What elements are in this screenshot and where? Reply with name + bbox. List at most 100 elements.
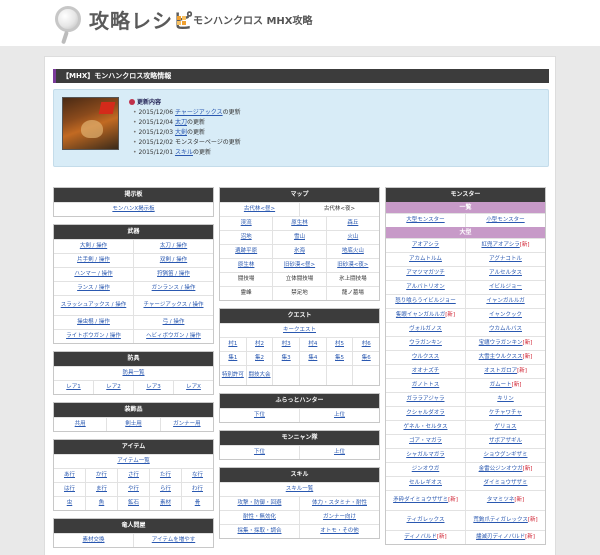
monster-list-link[interactable]: 小型モンスター [465, 214, 545, 227]
monster-name[interactable]: ウカムルバス [489, 326, 522, 333]
map-link[interactable]: 渓流 [220, 217, 272, 230]
monster-link[interactable]: ジンオウガ [386, 463, 465, 476]
item-index-link[interactable]: 魚 [85, 497, 117, 510]
monster-name[interactable]: ゲリョス [494, 424, 516, 431]
monster-name[interactable]: オストガロア [484, 368, 517, 375]
monster-name[interactable]: イビルジョー [489, 284, 522, 291]
news-link[interactable]: 太刀 [175, 119, 187, 126]
monster-name[interactable]: ディノバルド [404, 534, 437, 541]
item-index-link[interactable]: 虫 [54, 497, 85, 510]
monster-name[interactable]: 宝纏ウラガンキン [479, 340, 523, 347]
map-link[interactable]: 旧砂漠<昼> [272, 259, 325, 272]
map-link[interactable]: 遺跡平原 [220, 245, 272, 258]
monster-name[interactable]: キリン [497, 396, 514, 403]
quest-link[interactable]: 集5 [325, 352, 353, 365]
monster-name[interactable]: セルレギオス [409, 480, 442, 487]
monster-name[interactable]: ジンオウガ [412, 466, 440, 473]
monster-link[interactable]: オストガロア [新] [465, 365, 545, 378]
item-index-link[interactable]: ま行 [85, 483, 117, 496]
monster-link[interactable]: アカムトルム [386, 253, 465, 266]
monster-name[interactable]: アマツマガツチ [406, 270, 445, 277]
monster-name[interactable]: 紅兜アオアシラ [481, 242, 519, 249]
monster-name[interactable]: ケチャワチャ [489, 410, 522, 417]
map-link[interactable]: 雪山 [272, 231, 325, 244]
monster-link[interactable]: 宝纏ウラガンキン [新] [465, 337, 545, 350]
monster-name[interactable]: 矛砕ダイミョウザザミ [393, 497, 448, 504]
armor-rare-link[interactable]: レア1 [54, 381, 93, 394]
item-index-link[interactable]: た行 [149, 469, 181, 482]
quest-link[interactable]: 村6 [352, 338, 379, 351]
monster-name[interactable]: ゲネル・セルタス [403, 424, 447, 431]
monster-link[interactable]: 隻眼イャンガルルガ [新] [386, 309, 465, 322]
weapon-link[interactable]: ライトボウガン / 操作 [54, 330, 133, 343]
skill-list-link[interactable]: スキル一覧 [220, 483, 379, 496]
monster-name[interactable]: アオアシラ [412, 242, 439, 249]
quest-link[interactable]: 集2 [245, 352, 273, 365]
monster-name[interactable]: ゴア・マガラ [409, 438, 442, 445]
monster-list-link[interactable]: 大型モンスター [386, 214, 465, 227]
item-index-link[interactable]: 素材 [149, 497, 181, 510]
monster-name[interactable]: ガララアジャラ [406, 396, 444, 403]
item-list-link[interactable]: アイテム一覧 [54, 455, 213, 468]
item-index-link[interactable]: か行 [85, 469, 117, 482]
armor-list-link[interactable]: 防具一覧 [54, 367, 213, 380]
news-link[interactable]: 大剣 [175, 129, 187, 136]
monster-name[interactable]: ガノトトス [412, 382, 440, 389]
monster-name[interactable]: ウルクスス [412, 354, 439, 361]
monster-name[interactable]: ショウグンギザミ [483, 452, 527, 459]
decoration-link[interactable]: ガンナー用 [159, 418, 213, 431]
monster-link[interactable]: セルレギオス [386, 477, 465, 490]
quest-link[interactable]: 集3 [272, 352, 299, 365]
skill-link[interactable]: ガンナー向け [299, 511, 379, 524]
monster-link[interactable]: 燼滅刃ディノバルド [新] [465, 531, 545, 544]
skill-link[interactable]: 採集・採取・調合 [220, 525, 299, 538]
item-index-link[interactable]: ら行 [149, 483, 181, 496]
map-link[interactable]: 森丘 [325, 217, 379, 230]
board-link[interactable]: モンハンX掲示板 [54, 203, 213, 216]
monster-link[interactable]: シャガルマガラ [386, 449, 465, 462]
quest-link[interactable]: 村4 [299, 338, 326, 351]
monster-name[interactable]: イャンクック [489, 312, 522, 319]
monster-link[interactable]: 荒鉤爪ティガレックス [新] [465, 511, 545, 530]
monster-name[interactable]: 怒り喰らうイビルジョー [395, 298, 456, 305]
monster-link[interactable]: ダイミョウザザミ [465, 477, 545, 490]
monster-link[interactable]: ザボアザギル [465, 435, 545, 448]
news-link[interactable]: スキル [175, 149, 193, 156]
weapon-link[interactable]: ランス / 操作 [54, 282, 133, 295]
item-index-link[interactable]: や行 [117, 483, 149, 496]
skill-link[interactable]: オトモ・その他 [299, 525, 379, 538]
monster-link[interactable]: ティガレックス [386, 511, 465, 530]
monster-link[interactable]: ショウグンギザミ [465, 449, 545, 462]
quest-link[interactable]: 村3 [272, 338, 299, 351]
weapon-link[interactable]: ヘビィボウガン / 操作 [133, 330, 213, 343]
item-index-link[interactable]: わ行 [181, 483, 213, 496]
quest-link[interactable]: 闘技大会 [245, 366, 273, 385]
rank-link[interactable]: 上位 [299, 446, 379, 459]
item-index-link[interactable]: 骨 [181, 497, 213, 510]
monster-name[interactable]: 荒鉤爪ティガレックス [473, 517, 528, 524]
monster-name[interactable]: クシャルダオラ [406, 410, 445, 417]
quest-link[interactable]: 集1 [220, 352, 246, 365]
weapon-link[interactable]: 弓 / 操作 [133, 316, 213, 329]
monster-name[interactable]: ウラガンキン [409, 340, 442, 347]
map-link[interactable]: 原生林 [272, 217, 325, 230]
monster-link[interactable]: イャンクック [465, 309, 545, 322]
monster-name[interactable]: ザボアザギル [489, 438, 522, 445]
item-index-link[interactable]: あ行 [54, 469, 85, 482]
site-subtitle[interactable]: モンハンクロス MHX攻略 [193, 16, 313, 28]
monster-link[interactable]: キリン [465, 393, 545, 406]
weapon-link[interactable]: 狩猟笛 / 操作 [133, 268, 213, 281]
monster-link[interactable]: ガムート [新] [465, 379, 545, 392]
weapon-link[interactable]: 双剣 / 操作 [133, 254, 213, 267]
monster-link[interactable]: 金雷公ジンオウガ [新] [465, 463, 545, 476]
monster-link[interactable]: アグナコトル [465, 253, 545, 266]
monster-link[interactable]: アマツマガツチ [386, 267, 465, 280]
rank-link[interactable]: 上位 [299, 409, 379, 422]
armor-rare-link[interactable]: レア3 [133, 381, 173, 394]
weapon-link[interactable]: ガンランス / 操作 [133, 282, 213, 295]
weapon-link[interactable]: 大剣 / 操作 [54, 240, 133, 253]
skill-link[interactable]: 攻撃・防御・回避 [220, 497, 299, 510]
weapon-link[interactable]: チャージアックス / 操作 [133, 296, 213, 315]
monster-name[interactable]: ヴォルガノス [409, 326, 442, 333]
monster-link[interactable]: アルバトリオン [386, 281, 465, 294]
